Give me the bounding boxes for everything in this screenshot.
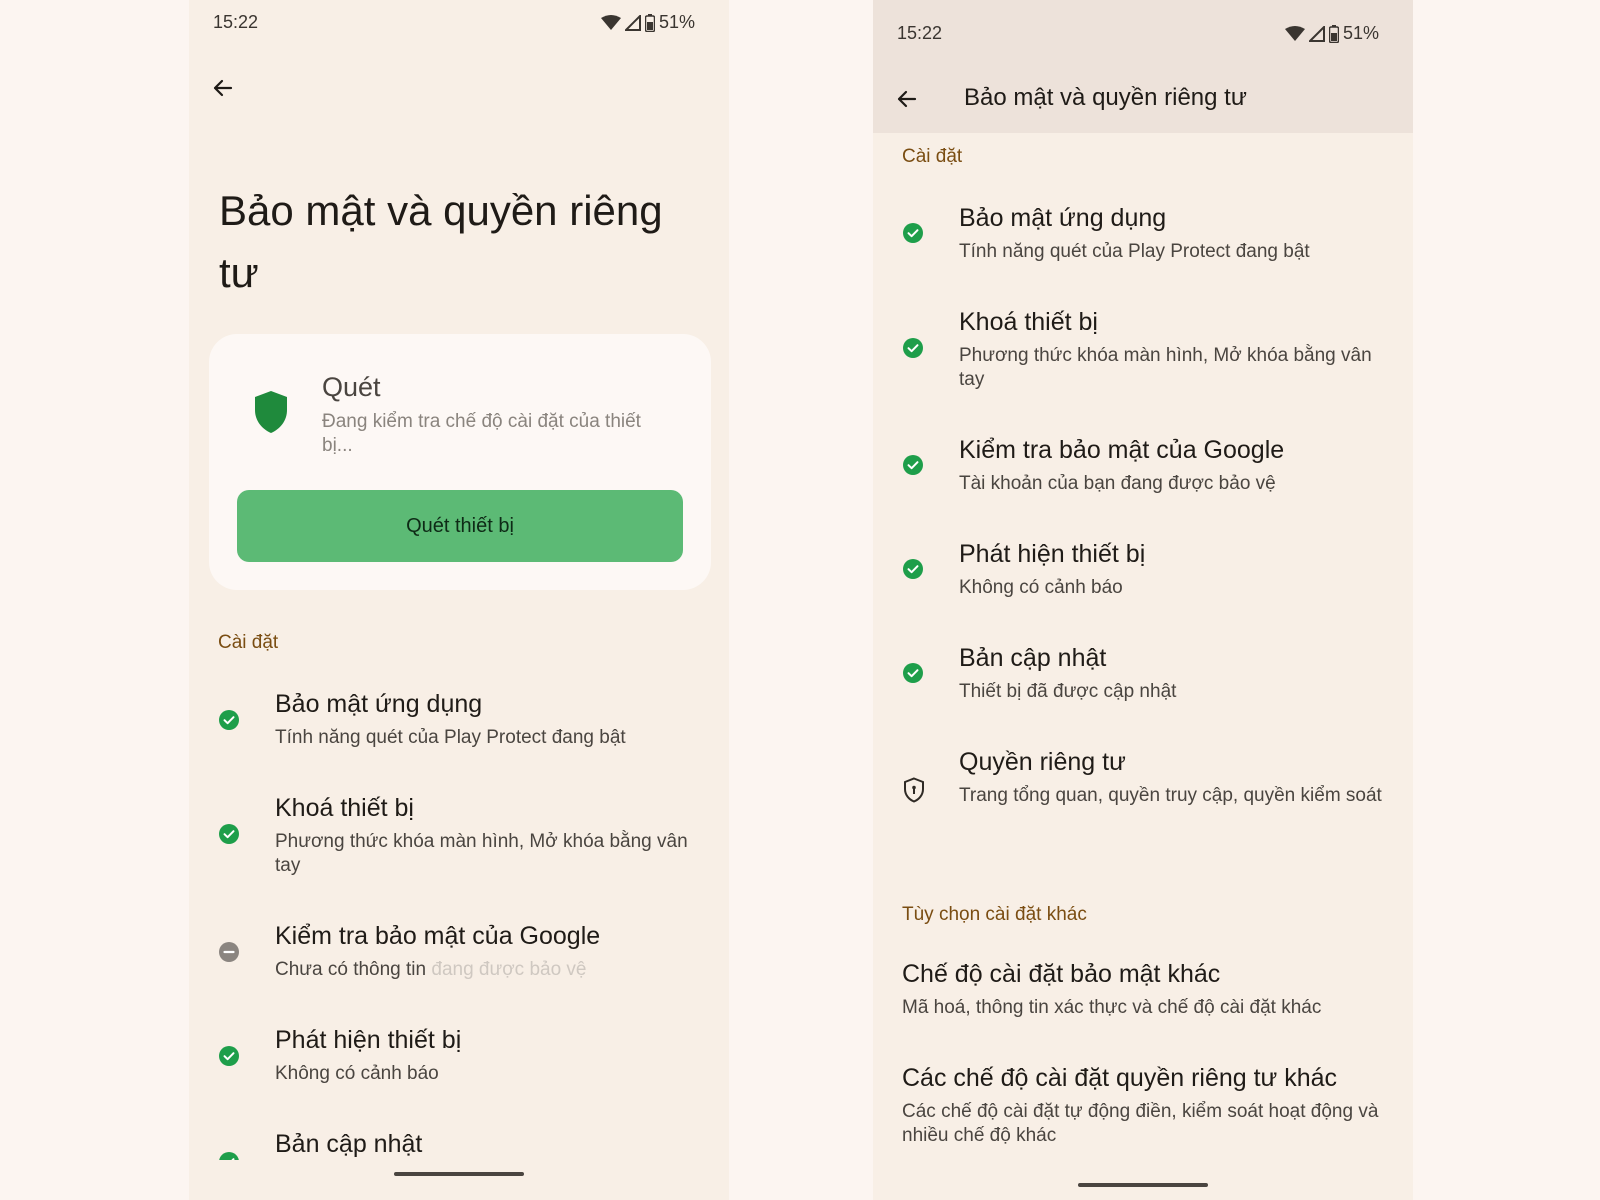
item-subtitle: Các chế độ cài đặt tự động điền, kiểm so… <box>902 1101 1379 1146</box>
status-time: 15:22 <box>897 23 943 43</box>
item-subtitle: Tính năng quét của Play Protect đang bật <box>275 727 626 748</box>
item-title: Khoá thiết bị <box>959 308 1098 336</box>
status-icons: 51% <box>600 12 695 33</box>
item-subtitle: Thiết bị đã được cập nhật <box>959 681 1177 702</box>
back-button[interactable] <box>887 79 927 119</box>
wifi-icon <box>1284 25 1305 41</box>
check-circle-icon <box>219 710 239 730</box>
wifi-icon <box>600 14 621 30</box>
shield-icon <box>255 391 287 433</box>
battery-icon <box>644 13 655 32</box>
item-title: Bản cập nhật <box>275 1130 423 1158</box>
list-item-device-detection[interactable]: Phát hiện thiết bị Không có cảnh báo <box>873 540 1413 620</box>
item-title: Phát hiện thiết bị <box>275 1026 462 1054</box>
item-subtitle: Phương thức khóa màn hình, Mở khóa bằng … <box>959 345 1372 390</box>
home-indicator[interactable] <box>394 1172 524 1176</box>
check-circle-icon <box>903 223 923 243</box>
page-title: Bảo mật và quyền riêng tư <box>219 187 663 296</box>
app-bar-title: Bảo mật và quyền riêng tư <box>964 84 1247 111</box>
signal-icon <box>624 14 641 31</box>
signal-icon <box>1308 25 1325 42</box>
item-title: Phát hiện thiết bị <box>959 540 1146 568</box>
list-item-app-security[interactable]: Bảo mật ứng dụng Tính năng quét của Play… <box>189 690 729 770</box>
list-item-google-security-check[interactable]: Kiểm tra bảo mật của Google Tài khoản củ… <box>873 436 1413 516</box>
list-item-other-security-settings[interactable]: Chế độ cài đặt bảo mật khác Mã hoá, thôn… <box>873 960 1413 1040</box>
status-icons: 51% <box>1284 23 1379 44</box>
item-title: Bản cập nhật <box>959 644 1107 672</box>
phone-screen-left: 15:22 51% Bảo mật và quyền riêng tư Quét… <box>189 0 729 1200</box>
status-time: 15:22 <box>213 12 259 32</box>
list-item-updates[interactable]: Bản cập nhật <box>189 1130 729 1200</box>
item-title: Chế độ cài đặt bảo mật khác <box>902 960 1221 988</box>
item-clip <box>189 1130 729 1160</box>
item-subtitle: Tài khoản của bạn đang được bảo vệ <box>959 473 1276 494</box>
item-subtitle-fading-text: đang được bảo vệ <box>431 959 587 980</box>
arrow-left-icon <box>897 90 917 108</box>
check-circle-icon <box>219 1046 239 1066</box>
status-bar: 15:22 51% <box>189 0 729 46</box>
minus-circle-icon <box>219 942 239 962</box>
section-header-settings: Cài đặt <box>218 632 279 653</box>
item-title: Khoá thiết bị <box>275 794 414 822</box>
list-item-other-privacy-settings[interactable]: Các chế độ cài đặt quyền riêng tư khác C… <box>873 1064 1413 1164</box>
battery-icon <box>1328 24 1339 43</box>
status-bar: 15:22 51% <box>873 11 1413 57</box>
list-item-device-lock[interactable]: Khoá thiết bị Phương thức khóa màn hình,… <box>189 794 729 894</box>
battery-percent: 51% <box>658 12 695 32</box>
section-header-settings: Cài đặt <box>902 146 963 167</box>
item-subtitle: Phương thức khóa màn hình, Mở khóa bằng … <box>275 831 688 876</box>
item-subtitle: Trang tổng quan, quyền truy cập, quyền k… <box>959 785 1382 806</box>
section-header-other-settings: Tùy chọn cài đặt khác <box>902 904 1087 925</box>
list-item-google-security-check[interactable]: Kiểm tra bảo mật của Google Chưa có thôn… <box>189 922 729 1002</box>
check-circle-icon <box>903 663 923 683</box>
scan-card: Quét Đang kiểm tra chế độ cài đặt của th… <box>209 334 711 590</box>
list-item-app-security[interactable]: Bảo mật ứng dụng Tính năng quét của Play… <box>873 204 1413 284</box>
item-subtitle: Không có cảnh báo <box>275 1063 439 1084</box>
item-title: Các chế độ cài đặt quyền riêng tư khác <box>902 1064 1338 1092</box>
check-circle-icon <box>219 824 239 844</box>
item-title: Bảo mật ứng dụng <box>959 204 1167 232</box>
item-title: Kiểm tra bảo mật của Google <box>275 922 601 950</box>
item-subtitle: Chưa có thông tin đang được bảo vệ <box>275 958 705 982</box>
item-subtitle: Mã hoá, thông tin xác thực và chế độ cài… <box>902 997 1322 1018</box>
list-item-privacy[interactable]: Quyền riêng tư Trang tổng quan, quyền tr… <box>873 748 1413 848</box>
scan-title: Quét <box>322 372 381 402</box>
back-button[interactable] <box>203 68 243 108</box>
arrow-left-icon <box>213 79 233 97</box>
check-circle-icon <box>903 455 923 475</box>
list-item-device-lock[interactable]: Khoá thiết bị Phương thức khóa màn hình,… <box>873 308 1413 408</box>
item-title: Kiểm tra bảo mật của Google <box>959 436 1285 464</box>
list-item-device-detection[interactable]: Phát hiện thiết bị Không có cảnh báo <box>189 1026 729 1106</box>
battery-percent: 51% <box>1342 23 1379 43</box>
list-item-updates[interactable]: Bản cập nhật Thiết bị đã được cập nhật <box>873 644 1413 724</box>
check-circle-icon <box>903 559 923 579</box>
item-title: Quyền riêng tư <box>959 748 1126 776</box>
item-subtitle: Không có cảnh báo <box>959 577 1123 598</box>
top-app-bar: 15:22 51% Bảo mật và quyền riêng tư <box>873 0 1413 133</box>
check-circle-icon <box>219 1152 239 1160</box>
check-circle-icon <box>903 338 923 358</box>
privacy-shield-icon <box>904 777 924 803</box>
item-subtitle: Tính năng quét của Play Protect đang bật <box>959 241 1310 262</box>
phone-screen-right: 15:22 51% Bảo mật và quyền riêng tư Cài … <box>873 0 1413 1200</box>
scan-subtitle: Đang kiểm tra chế độ cài đặt của thiết b… <box>322 411 641 456</box>
scan-device-button[interactable]: Quét thiết bị <box>237 490 683 562</box>
item-title: Bảo mật ứng dụng <box>275 690 483 718</box>
home-indicator[interactable] <box>1078 1183 1208 1187</box>
item-subtitle-text: Chưa có thông tin <box>275 959 427 980</box>
